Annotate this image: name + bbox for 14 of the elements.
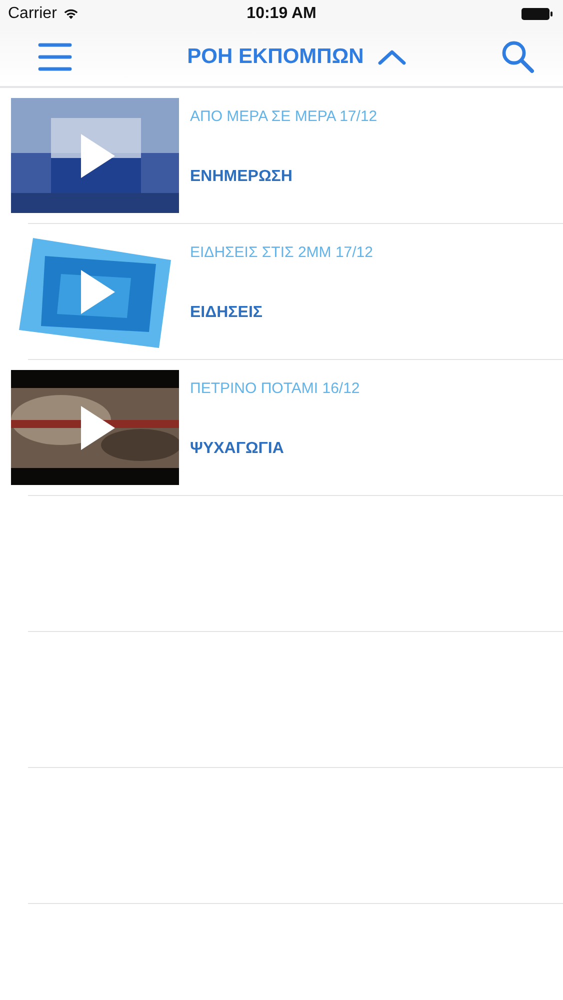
chevron-icon	[378, 49, 406, 65]
carrier-label: Carrier	[8, 5, 57, 23]
battery-icon	[521, 7, 553, 21]
program-title: ΑΠΟ ΜΕΡΑ ΣΕ ΜΕΡΑ 17/12	[190, 108, 378, 125]
program-title: ΕΙΔΗΣΕΙΣ ΣΤΙΣ 2ΜΜ 17/12	[190, 244, 373, 261]
program-title: ΠΕΤΡΙΝΟ ΠΟΤΑΜΙ 16/12	[190, 380, 360, 397]
search-button[interactable]	[501, 40, 535, 74]
clock-time: 10:19 AM	[246, 5, 318, 23]
menu-button[interactable]	[38, 42, 72, 72]
wifi-icon	[62, 8, 79, 20]
program-category: ΨΥΧΑΓΩΓΙΑ	[190, 440, 285, 458]
program-category: ΕΙΔΗΣΕΙΣ	[190, 304, 264, 322]
section-title-dropdown[interactable]: ΡΟΗ ΕΚΠΟΜΠΩΝ	[187, 45, 406, 69]
program-category: ΕΝΗΜΕΡΩΣΗ	[190, 168, 294, 186]
